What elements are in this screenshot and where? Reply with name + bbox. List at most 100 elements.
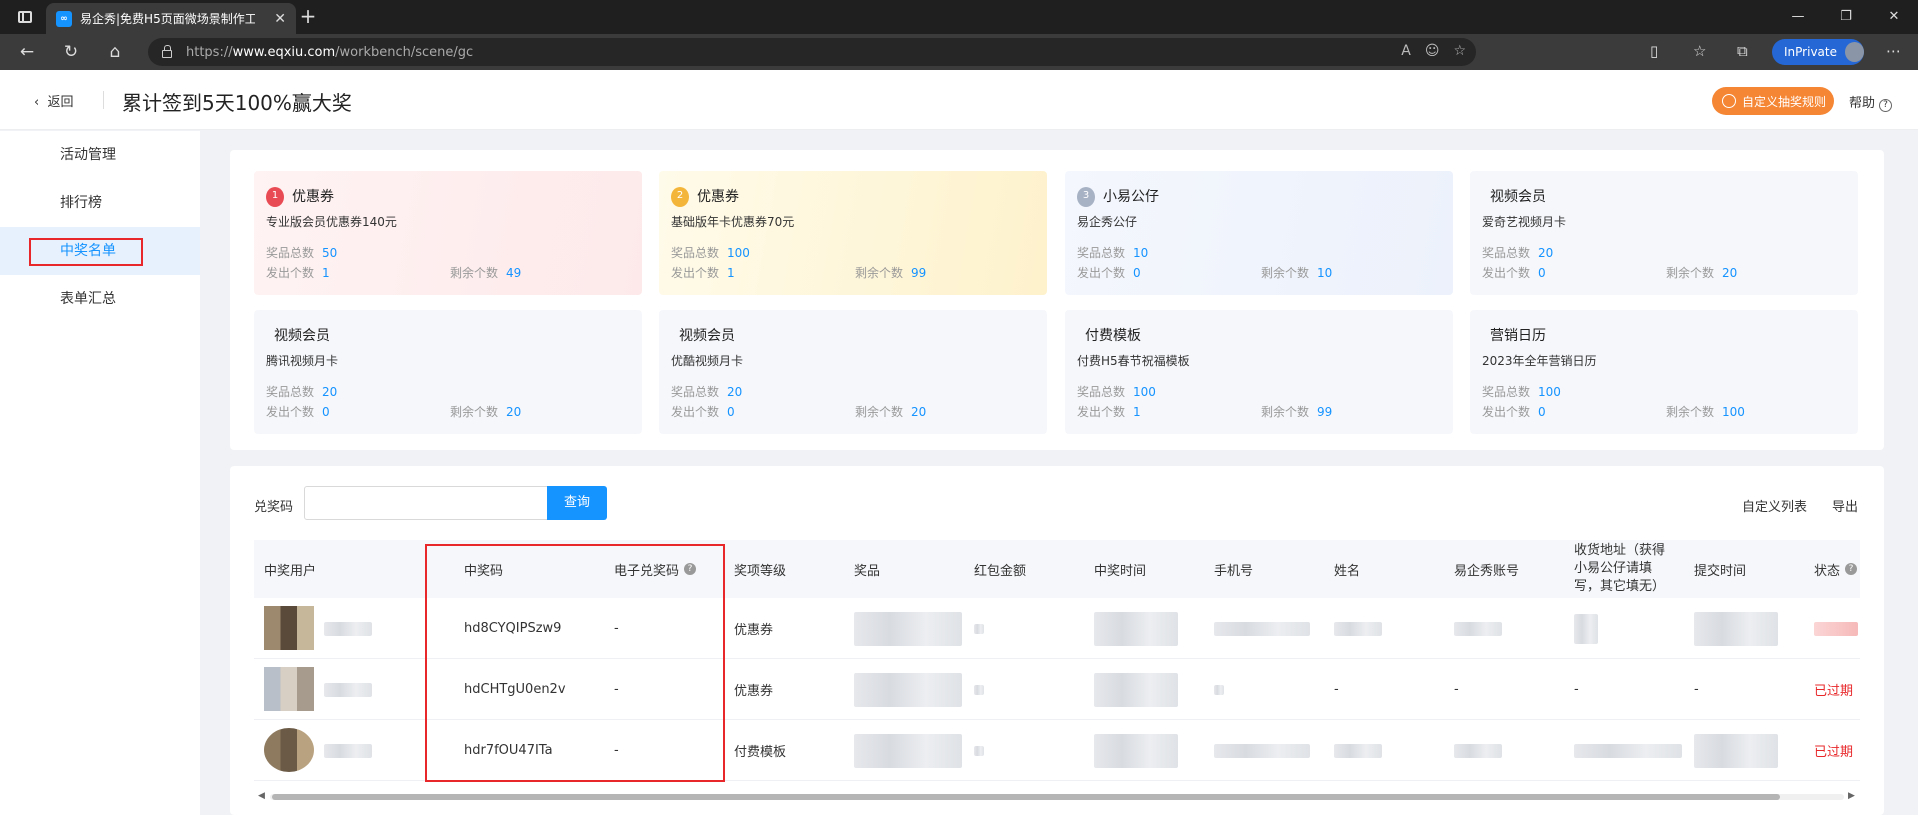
prize-level: 优惠券 (734, 623, 774, 638)
prize-total: 奖品总数 100 (1077, 385, 1156, 399)
prize-total: 奖品总数 20 (1482, 246, 1554, 260)
blurred-prize (854, 734, 962, 768)
prize-card: 视频会员爱奇艺视频月卡 奖品总数 20 发出个数 0 剩余个数 20 (1470, 171, 1858, 295)
prize-desc: 爱奇艺视频月卡 (1482, 215, 1567, 229)
prize-issued: 发出个数 0 (1077, 266, 1141, 280)
prize-level: 优惠券 (734, 684, 774, 699)
prize-issued: 发出个数 1 (671, 266, 735, 280)
col-level: 奖项等级 (734, 563, 787, 579)
prize-total: 奖品总数 100 (671, 246, 750, 260)
avatar (264, 606, 314, 650)
tab-close-icon[interactable]: ✕ (274, 11, 286, 27)
rank-medal-icon: 3 (1077, 187, 1095, 207)
blurred-name (1334, 622, 1382, 636)
horizontal-scrollbar[interactable]: ◀ ▶ (254, 790, 1860, 802)
read-aloud-icon[interactable]: A (1401, 43, 1411, 59)
refresh-icon[interactable]: ↻ (59, 42, 83, 62)
custom-rule-button[interactable]: 自定义抽奖规则 (1712, 87, 1834, 115)
sidebar-item-ranking[interactable]: 排行榜 (0, 179, 200, 227)
browser-tab[interactable]: ∞ 易企秀|免费H5页面微场景制作工 ✕ (46, 3, 296, 34)
favorites-icon[interactable]: ☆ (1693, 42, 1706, 60)
highlight-box-sidebar (29, 238, 143, 266)
col-account: 易企秀账号 (1454, 563, 1520, 579)
tracking-icon[interactable]: ☺ (1425, 43, 1440, 59)
help-link[interactable]: 帮助? (1849, 92, 1893, 112)
prize-remaining: 剩余个数 10 (1261, 266, 1333, 280)
blurred-win-time (1094, 673, 1178, 707)
blurred-status (1814, 622, 1858, 636)
prize-card: 营销日历 2023年全年营销日历 奖品总数 100 发出个数 0 剩余个数 100 (1470, 310, 1858, 434)
rank-medal-icon: 1 (266, 187, 284, 207)
blurred-submit-time (1694, 734, 1778, 768)
prize-issued: 发出个数 0 (1482, 266, 1546, 280)
lock-icon (162, 45, 172, 58)
tab-actions-icon[interactable] (18, 11, 32, 23)
prize-desc: 腾讯视频月卡 (266, 354, 339, 368)
help-icon: ? (1879, 99, 1893, 112)
blurred-win-time (1094, 734, 1178, 768)
redeem-code-input[interactable] (304, 486, 548, 520)
custom-columns-button[interactable]: 自定义列表 (1742, 496, 1807, 515)
prize-issued: 发出个数 0 (266, 405, 330, 419)
prize-total: 奖品总数 50 (266, 246, 338, 260)
site-favicon-icon: ∞ (56, 10, 72, 27)
blurred-username (324, 744, 372, 758)
prize-name: 视频会员 (274, 328, 330, 344)
window-controls: — ❐ ✕ (1774, 0, 1918, 34)
minimize-icon[interactable]: — (1774, 0, 1822, 34)
blurred-prize (854, 673, 962, 707)
scroll-right-icon[interactable]: ▶ (1848, 791, 1855, 801)
submit-time-cell: - (1694, 682, 1699, 697)
prize-remaining: 剩余个数 20 (1666, 266, 1738, 280)
prize-issued: 发出个数 1 (1077, 405, 1141, 419)
collections-icon[interactable]: ⧉ (1737, 42, 1748, 60)
prize-remaining: 剩余个数 100 (1666, 405, 1745, 419)
prize-name: 小易公仔 (1103, 189, 1159, 205)
prize-desc: 优酷视频月卡 (671, 354, 744, 368)
prize-remaining: 剩余个数 20 (855, 405, 927, 419)
app-header: ‹ 返回 累计签到5天100%赢大奖 自定义抽奖规则 帮助? (0, 70, 1918, 130)
prize-remaining: 剩余个数 99 (855, 266, 927, 280)
prize-name: 视频会员 (1490, 189, 1546, 205)
prize-desc: 2023年全年营销日历 (1482, 354, 1597, 368)
tab-title: 易企秀|免费H5页面微场景制作工 (80, 12, 255, 26)
prize-desc: 付费H5春节祝福模板 (1077, 354, 1190, 368)
restore-icon[interactable]: ❐ (1822, 0, 1870, 34)
col-phone: 手机号 (1214, 563, 1254, 579)
page-title: 累计签到5天100%赢大奖 (122, 91, 352, 115)
new-tab-icon[interactable]: + (296, 4, 320, 28)
split-screen-icon[interactable]: ▯ (1650, 42, 1658, 60)
sidebar-item-activity[interactable]: 活动管理 (0, 131, 200, 179)
status-badge: 已过期 (1814, 684, 1854, 699)
prize-card: 1 优惠券 专业版会员优惠券140元 奖品总数 50 发出个数 1 剩余个数 49 (254, 171, 642, 295)
blurred-username (324, 683, 372, 697)
sidebar-item-forms[interactable]: 表单汇总 (0, 275, 200, 323)
prize-total: 奖品总数 100 (1482, 385, 1561, 399)
blurred-phone (1214, 622, 1310, 636)
prize-issued: 发出个数 0 (671, 405, 735, 419)
header-divider (103, 91, 104, 109)
close-window-icon[interactable]: ✕ (1870, 0, 1918, 34)
url-input[interactable]: https://www.eqxiu.com/workbench/scene/gc… (148, 38, 1476, 66)
avatar (264, 728, 314, 772)
status-badge: 已过期 (1814, 745, 1854, 760)
favorite-add-icon[interactable]: ☆ (1453, 43, 1466, 59)
rule-icon (1722, 94, 1736, 108)
back-arrow-icon[interactable]: ← (15, 42, 39, 62)
address-cell: - (1574, 682, 1579, 697)
scroll-left-icon[interactable]: ◀ (258, 791, 265, 801)
col-prize: 奖品 (854, 563, 881, 579)
prize-name: 营销日历 (1490, 328, 1546, 344)
search-button[interactable]: 查询 (547, 486, 607, 520)
prize-name: 优惠券 (292, 189, 334, 205)
home-icon[interactable]: ⌂ (103, 42, 127, 62)
chevron-left-icon: ‹ (34, 95, 40, 110)
back-button[interactable]: ‹ 返回 (34, 91, 73, 110)
profile-avatar (1844, 42, 1864, 62)
scroll-thumb[interactable] (272, 794, 1780, 800)
blurred-prize (854, 612, 962, 646)
export-button[interactable]: 导出 (1832, 496, 1858, 515)
more-menu-icon[interactable]: ⋯ (1886, 42, 1901, 60)
inprivate-badge[interactable]: InPrivate (1772, 39, 1864, 65)
help-icon[interactable]: ? (1845, 563, 1858, 575)
